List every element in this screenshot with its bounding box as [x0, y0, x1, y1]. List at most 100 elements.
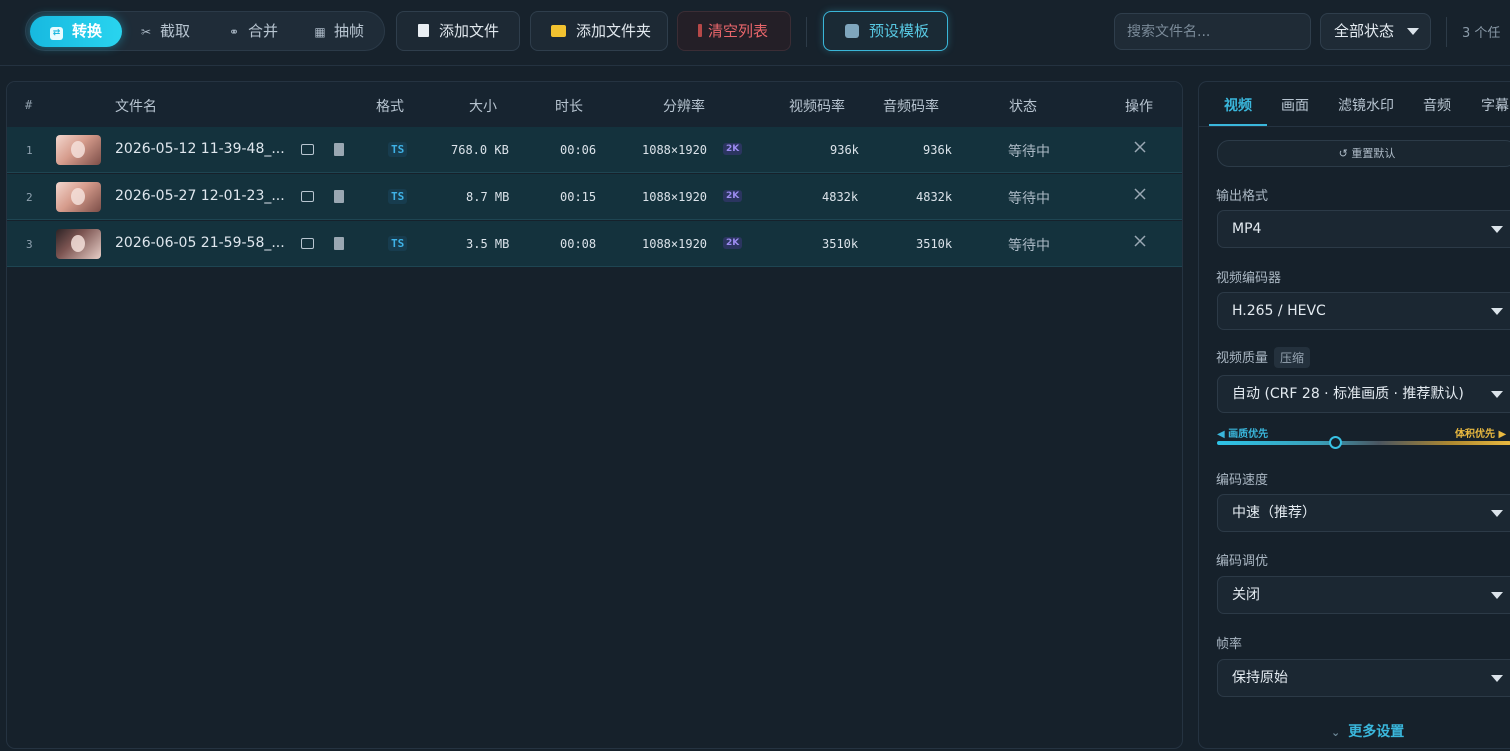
tab-video[interactable]: 视频 — [1224, 95, 1252, 115]
col-format: 格式 — [376, 99, 404, 115]
tab-subtitle[interactable]: 字幕 — [1481, 95, 1509, 115]
video-bitrate: 4832k — [822, 190, 859, 204]
tab-picture[interactable]: 画面 — [1281, 95, 1309, 115]
close-icon[interactable] — [1131, 138, 1149, 156]
table-row[interactable]: 3 2026-06-05 21-59-58_... TS 3.5 MB 00:0… — [7, 221, 1182, 267]
duration: 00:08 — [560, 237, 597, 251]
chevron-down-icon — [1491, 391, 1503, 398]
slider-handle[interactable] — [1328, 436, 1342, 449]
video-encoder-select[interactable]: H.265 / HEVC — [1217, 292, 1510, 330]
frames-icon: ▦ — [314, 25, 326, 39]
settings-tabs: 视频 画面 滤镜水印 音频 字幕 — [1199, 82, 1510, 127]
mode-merge-button[interactable]: ⚭ 合并 — [218, 16, 296, 47]
file-name: 2026-06-05 21-59-58_... — [115, 235, 285, 251]
encode-tune-select[interactable]: 关闭 — [1217, 576, 1510, 614]
chevron-down-icon: ⌄ — [1331, 726, 1341, 739]
col-video-bitrate: 视频码率 — [789, 99, 845, 115]
encode-speed-label: 编码速度 — [1216, 473, 1269, 488]
link-icon: ⚭ — [228, 25, 240, 39]
video-thumbnail — [56, 135, 101, 165]
file-info-icon[interactable] — [334, 143, 344, 156]
format-badge: TS — [388, 236, 408, 251]
chevron-down-icon — [1491, 308, 1503, 315]
file-icon — [418, 24, 429, 37]
resolution: 1088×1920 — [642, 190, 708, 204]
frame-rate-label: 帧率 — [1216, 637, 1243, 652]
quality-priority-label: ◀ 画质优先 — [1217, 429, 1269, 440]
resolution-badge: 2K — [723, 143, 743, 155]
preset-template-button[interactable]: 预设模板 — [823, 11, 948, 51]
video-thumbnail — [56, 182, 101, 212]
table-header: # 文件名 格式 大小 时长 分辨率 视频码率 音频码率 状态 操作 — [7, 82, 1182, 127]
tab-audio[interactable]: 音频 — [1423, 95, 1451, 115]
folder-icon — [551, 25, 566, 37]
clear-list-button[interactable]: 清空列表 — [677, 11, 791, 51]
toolbar-divider — [806, 17, 807, 47]
encode-speed-select[interactable]: 中速（推荐） — [1217, 494, 1510, 532]
open-folder-icon[interactable] — [301, 144, 314, 155]
tab-filter-watermark[interactable]: 滤镜水印 — [1338, 95, 1394, 115]
audio-bitrate: 936k — [923, 143, 952, 157]
file-info-icon[interactable] — [334, 237, 344, 250]
duration: 00:06 — [560, 143, 597, 157]
compress-tag: 压缩 — [1274, 347, 1311, 368]
col-resolution: 分辨率 — [663, 99, 705, 115]
video-quality-select[interactable]: 自动 (CRF 28 · 标准画质 · 推荐默认) — [1217, 375, 1510, 413]
open-folder-icon[interactable] — [301, 191, 314, 202]
col-size: 大小 — [469, 99, 497, 115]
more-settings-button[interactable]: ⌄ 更多设置 — [1331, 721, 1404, 741]
file-table: # 文件名 格式 大小 时长 分辨率 视频码率 音频码率 状态 操作 1 202… — [6, 81, 1183, 749]
table-row[interactable]: 2 2026-05-27 12-01-23_... TS 8.7 MB 00:1… — [7, 174, 1182, 220]
close-icon[interactable] — [1131, 185, 1149, 203]
col-status: 状态 — [1009, 99, 1037, 115]
video-quality-label: 视频质量 压缩 — [1216, 347, 1311, 368]
status-text: 等待中 — [1008, 191, 1050, 207]
task-count: 3 个任 — [1462, 26, 1501, 41]
search-input[interactable] — [1114, 13, 1311, 50]
col-index: # — [25, 98, 33, 112]
video-thumbnail — [56, 229, 101, 259]
col-duration: 时长 — [555, 99, 583, 115]
open-folder-icon[interactable] — [301, 238, 314, 249]
trash-icon — [698, 24, 702, 37]
video-bitrate: 3510k — [822, 237, 859, 251]
close-icon[interactable] — [1131, 232, 1149, 250]
resolution-badge: 2K — [723, 190, 743, 202]
frame-rate-select[interactable]: 保持原始 — [1217, 659, 1510, 697]
status-filter-select[interactable]: 全部状态 — [1320, 13, 1431, 50]
chevron-down-icon — [1491, 226, 1503, 233]
mode-switcher: ⇄ 转换 ✂ 截取 ⚭ 合并 ▦ 抽帧 — [25, 11, 385, 51]
audio-bitrate: 4832k — [916, 190, 953, 204]
toolbar-divider — [1446, 17, 1447, 47]
file-size: 3.5 MB — [466, 237, 510, 251]
output-format-label: 输出格式 — [1216, 189, 1269, 204]
resolution-badge: 2K — [723, 237, 743, 249]
scissors-icon: ✂ — [140, 25, 152, 39]
table-row[interactable]: 1 2026-05-12 11-39-48_... TS 768.0 KB 00… — [7, 127, 1182, 173]
file-name: 2026-05-12 11-39-48_... — [115, 141, 285, 157]
mode-trim-button[interactable]: ✂ 截取 — [130, 16, 208, 47]
add-folder-button[interactable]: 添加文件夹 — [530, 11, 668, 51]
active-tab-indicator — [1209, 124, 1267, 126]
settings-panel: 视频 画面 滤镜水印 音频 字幕 ↺ 重置默认 输出格式 MP4 视频编码器 H… — [1198, 81, 1510, 749]
status-text: 等待中 — [1008, 238, 1050, 254]
mode-extract-frames-button[interactable]: ▦ 抽帧 — [304, 16, 382, 47]
col-actions: 操作 — [1125, 99, 1153, 115]
reset-defaults-button[interactable]: ↺ 重置默认 — [1217, 140, 1510, 167]
audio-bitrate: 3510k — [916, 237, 953, 251]
quality-slider[interactable] — [1217, 436, 1510, 449]
file-size: 768.0 KB — [451, 143, 509, 157]
template-icon — [845, 24, 859, 38]
file-info-icon[interactable] — [334, 190, 344, 203]
convert-icon: ⇄ — [50, 27, 63, 40]
duration: 00:15 — [560, 190, 597, 204]
app-window: ⇄转换 ✂截取 ⚭合并 ▦抽帧 添加文件 添加文件夹 清空列表 预设模板 — [0, 0, 1510, 751]
mode-convert-button[interactable]: ⇄ 转换 — [30, 16, 122, 47]
size-priority-label: 体积优先 ▶ — [1455, 429, 1507, 440]
encode-tune-label: 编码调优 — [1216, 554, 1269, 569]
add-file-button[interactable]: 添加文件 — [396, 11, 520, 51]
quality-slider-labels: ◀ 画质优先 体积优先 ▶ — [1217, 425, 1510, 440]
output-format-select[interactable]: MP4 — [1217, 210, 1510, 248]
format-badge: TS — [388, 189, 408, 204]
status-text: 等待中 — [1008, 144, 1050, 160]
